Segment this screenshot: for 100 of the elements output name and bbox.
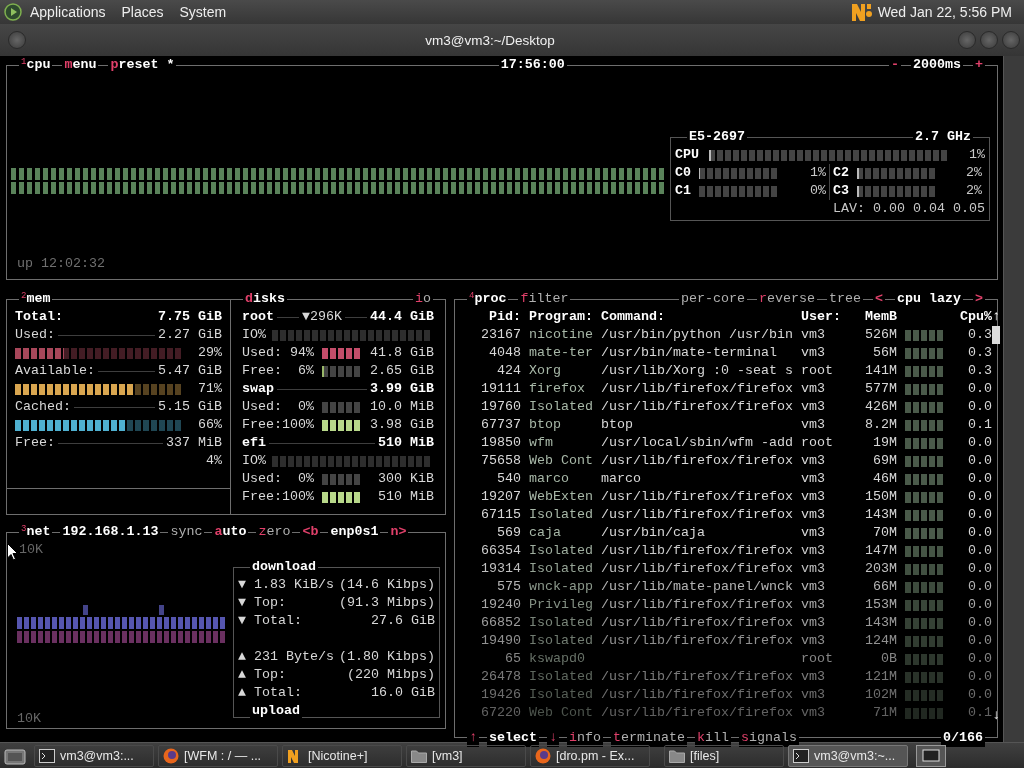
cpu-usage-graph xyxy=(905,438,945,449)
program-cell-text: wfm xyxy=(529,434,554,452)
folder-icon xyxy=(411,748,427,763)
program-cell: Web Cont xyxy=(529,704,593,722)
taskbar-button[interactable]: vm3@vm3:... xyxy=(34,744,154,767)
memory-label: Total: xyxy=(15,308,63,326)
disk-percent: 6% xyxy=(297,362,314,380)
core-percent: 2% xyxy=(966,182,982,200)
tray-app-icon[interactable] xyxy=(849,1,874,23)
disk-meter xyxy=(322,401,362,413)
cpu-cell-text: 0.0 xyxy=(967,650,992,668)
column-header: User: xyxy=(801,308,842,326)
graph-scale: 10K xyxy=(17,710,41,728)
user-cell-text: vm3 xyxy=(801,560,826,578)
program-cell-text: firefox xyxy=(529,380,586,398)
scrollbar[interactable] xyxy=(1003,56,1024,742)
cpu-usage-graph xyxy=(905,708,945,719)
menu-item[interactable]: Applications xyxy=(30,4,106,20)
pid-cell-text: 19490 xyxy=(480,632,521,650)
command-cell: /usr/lib/firefox/firefox xyxy=(601,560,793,578)
program-cell-text: Xorg xyxy=(529,362,562,380)
memory-percent: 66% xyxy=(198,416,222,434)
minimize-button[interactable] xyxy=(958,31,976,49)
user-cell-text: vm3 xyxy=(801,614,826,632)
close-button[interactable] xyxy=(1002,31,1020,49)
pid-cell-text: 4048 xyxy=(488,344,521,362)
core-label: CPU xyxy=(675,146,699,164)
direction-arrow: ▲ xyxy=(238,666,246,684)
traffic-label: Total: xyxy=(254,684,302,702)
memory-cell-text: 426M xyxy=(864,398,897,416)
taskbar-button[interactable]: vm3@vm3:~... xyxy=(788,744,908,767)
traffic-label: Total: xyxy=(254,612,302,630)
command-cell: /usr/lib/Xorg :0 -seat s xyxy=(601,362,793,380)
pid-cell-text: 19111 xyxy=(480,380,521,398)
command-cell-text: /usr/bin/mate-terminal xyxy=(601,344,778,362)
memory-value: 337 MiB xyxy=(166,434,222,452)
menu-item[interactable]: Places xyxy=(121,4,164,20)
program-cell: WebExten xyxy=(529,488,593,506)
pid-cell-text: 569 xyxy=(496,524,521,542)
option-toggle[interactable]: preset * xyxy=(108,56,177,74)
user-cell-text: vm3 xyxy=(801,686,826,704)
option-toggle[interactable]: terminate xyxy=(611,729,687,747)
disk-name: efi xyxy=(242,434,266,452)
pid-cell-text: 19240 xyxy=(480,596,521,614)
cpu-cell-text: 0.1 xyxy=(967,416,992,434)
user-cell-text: vm3 xyxy=(801,668,826,686)
direction-arrow: ▼ xyxy=(238,576,246,594)
command-cell-text: /usr/bin/caja xyxy=(601,524,706,542)
disk-label: IO% xyxy=(242,452,266,470)
program-cell: Isolated xyxy=(529,614,593,632)
memory-cell-text: 143M xyxy=(864,614,897,632)
cpu-usage-graph xyxy=(905,348,945,359)
command-cell: /usr/lib/firefox/firefox xyxy=(601,452,793,470)
menu-item[interactable]: System xyxy=(179,4,227,20)
program-cell: nicotine xyxy=(529,326,593,344)
disk-name: root xyxy=(242,308,274,326)
load-average: LAV: 0.00 0.04 0.05 xyxy=(833,200,985,218)
memory-cell-text: 19M xyxy=(872,434,897,452)
option-toggle[interactable]: signals xyxy=(739,729,799,747)
workspace-icon[interactable] xyxy=(916,744,946,767)
cpu-cell-text: 0.0 xyxy=(967,668,992,686)
core-label: C2 xyxy=(833,164,849,182)
taskbar-button[interactable]: [vm3] xyxy=(406,744,526,767)
app-menu-icon[interactable] xyxy=(4,3,22,21)
disk-name: swap xyxy=(242,380,274,398)
traffic-value: 16.0 GiB xyxy=(371,684,435,702)
disk-value: 2.65 GiB xyxy=(370,362,434,380)
maximize-button[interactable] xyxy=(980,31,998,49)
taskbar-button[interactable]: [dro.pm - Ex... xyxy=(530,744,650,767)
disk-size: 510 MiB xyxy=(378,434,434,452)
panel-title: enp0s1 xyxy=(328,523,381,541)
column-header: Cpu% xyxy=(959,308,992,326)
cpu-usage-graph xyxy=(905,474,945,485)
disk-meter xyxy=(322,473,362,485)
memory-percent: 29% xyxy=(198,344,222,362)
command-cell: /usr/lib/firefox/firefox xyxy=(601,596,793,614)
command-cell: /usr/lib/firefox/firefox xyxy=(601,704,793,722)
pid-cell-text: 67737 xyxy=(480,416,521,434)
cpu-usage-graph xyxy=(905,384,945,395)
window-menu-button[interactable] xyxy=(8,31,26,49)
uptime-label: up 12:02:32 xyxy=(17,255,105,273)
cpu-cell-text: 0.3 xyxy=(967,362,992,380)
taskbar-button[interactable]: [Nicotine+] xyxy=(282,744,402,767)
scroll-thumb[interactable] xyxy=(992,326,1000,344)
program-cell: Isolated xyxy=(529,686,593,704)
memory-cell-text: 8.2M xyxy=(864,416,897,434)
user-cell-text: vm3 xyxy=(801,524,826,542)
taskbar-button[interactable]: [files] xyxy=(664,744,784,767)
core-percent: 1% xyxy=(810,164,826,182)
mouse-pointer-icon xyxy=(7,543,18,561)
cpu-cell-text: 0.0 xyxy=(967,452,992,470)
clock: Wed Jan 22, 5:56 PM xyxy=(877,4,1012,20)
taskbar-button[interactable]: [WFM : / — ... xyxy=(158,744,278,767)
disk-value: 510 MiB xyxy=(378,488,434,506)
program-cell-text: kswapd0 xyxy=(529,650,586,668)
cpu-usage-graph xyxy=(905,546,945,557)
program-cell: mate-ter xyxy=(529,344,593,362)
cpu-cell-text: 0.0 xyxy=(967,488,992,506)
upload-title: upload xyxy=(250,702,302,720)
command-cell: /usr/lib/firefox/firefox xyxy=(601,542,793,560)
